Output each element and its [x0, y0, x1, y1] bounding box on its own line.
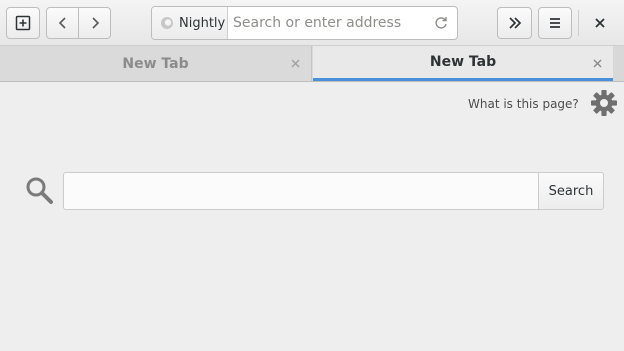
tab-new-tab-1[interactable]: New Tab: [0, 46, 312, 81]
navigation-buttons: [46, 7, 112, 39]
menu-button[interactable]: [538, 7, 572, 39]
overflow-button[interactable]: [497, 7, 532, 39]
what-is-this-page-link[interactable]: What is this page?: [468, 97, 579, 111]
tab-close-button[interactable]: [287, 55, 303, 71]
back-button[interactable]: [46, 7, 79, 39]
tab-label: New Tab: [429, 54, 497, 70]
identity-box[interactable]: Nightly: [152, 7, 228, 39]
new-tab-icon: [15, 15, 31, 31]
magnifier-icon: [26, 177, 53, 204]
reload-icon[interactable]: [433, 15, 449, 31]
search-button[interactable]: Search: [538, 172, 604, 210]
new-tab-button[interactable]: [6, 7, 40, 39]
header-bar: Nightly: [0, 0, 624, 46]
forward-button[interactable]: [78, 7, 111, 39]
tab-close-button[interactable]: [589, 55, 605, 71]
identity-label: Nightly: [179, 15, 226, 31]
close-icon: [595, 18, 605, 28]
close-icon: [593, 59, 601, 67]
browser-identity-icon: [161, 17, 173, 29]
chevron-left-icon: [58, 17, 66, 29]
hamburger-menu-icon: [550, 18, 560, 28]
search-input[interactable]: [63, 172, 539, 210]
chevron-right-icon: [91, 17, 99, 29]
new-tab-page: What is this page? Search: [0, 82, 624, 351]
address-bar: Nightly: [151, 6, 458, 40]
gear-icon[interactable]: [590, 89, 618, 117]
close-icon: [291, 59, 299, 67]
double-chevron-right-icon: [508, 17, 521, 29]
header-separator: [578, 10, 579, 36]
tab-strip: New Tab New Tab: [0, 46, 624, 82]
tab-new-tab-2[interactable]: New Tab: [313, 46, 613, 81]
tab-label: New Tab: [122, 55, 189, 72]
window-close-button[interactable]: [589, 12, 611, 34]
address-input[interactable]: [229, 7, 437, 39]
